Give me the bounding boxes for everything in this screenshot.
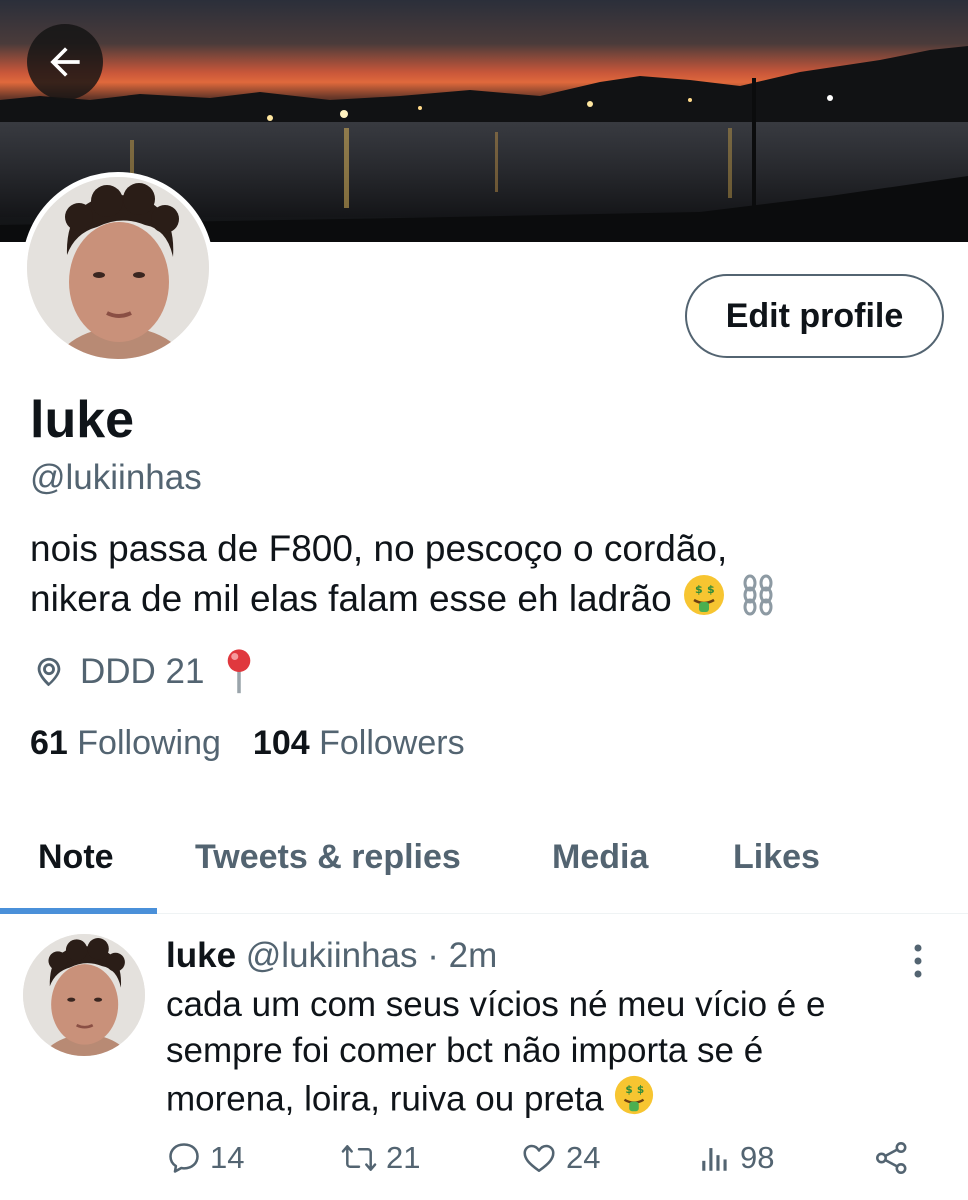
tweet-more-button[interactable] (906, 942, 930, 982)
avatar-photo (23, 934, 145, 1056)
tab-note[interactable]: Note (38, 838, 114, 877)
profile-handle: @lukiinhas (30, 458, 202, 497)
tweet[interactable]: luke @lukiinhas · 2m cada um com seus ví… (0, 914, 968, 1200)
tweet-actions: 14 21 24 98 (0, 1140, 968, 1184)
profile-name: luke (30, 391, 135, 449)
tweet-avatar[interactable] (23, 934, 145, 1056)
tweet-header: luke @lukiinhas · 2m (166, 936, 497, 976)
money-mouth-face-icon: $ $ (682, 573, 726, 629)
views-count: 98 (740, 1140, 775, 1175)
profile-tabs: Note Tweets & replies Media Likes (0, 818, 968, 914)
followers-count: 104 (252, 724, 310, 762)
svg-text:$: $ (707, 583, 715, 596)
round-pushpin-icon (228, 649, 251, 694)
followers-link[interactable]: 104 Followers (253, 724, 465, 763)
profile-avatar[interactable] (22, 172, 214, 364)
more-vertical-icon (914, 944, 922, 978)
tab-media[interactable]: Media (552, 838, 648, 877)
profile-bio: nois passa de F800, no pescoço o cordão,… (30, 524, 940, 629)
profile-location: DDD 21 (32, 648, 256, 696)
svg-text:$: $ (637, 1084, 644, 1096)
following-count: 61 (30, 724, 68, 762)
tweet-separator: · (427, 936, 439, 975)
tweet-time[interactable]: 2m (449, 936, 498, 975)
chains-icon (736, 573, 780, 629)
retweet-icon (341, 1145, 377, 1171)
follow-stats: 61 Following 104 Followers (30, 724, 497, 763)
money-mouth-face-icon: $ $ (613, 1074, 655, 1128)
reply-icon (169, 1143, 199, 1173)
tweet-line-2: sempre foi comer bct não importa se é (166, 1031, 764, 1070)
followers-label: Followers (319, 724, 465, 762)
back-button[interactable] (27, 24, 103, 100)
share-button[interactable] (874, 1140, 918, 1176)
location-pin-icon (37, 657, 61, 687)
like-count: 24 (566, 1140, 601, 1175)
tweet-line-3-wrap: morena, loira, ruiva ou preta $ $ (166, 1074, 906, 1128)
arrow-left-icon (50, 47, 80, 77)
bio-line-2-text: nikera de mil elas falam esse eh ladrão (30, 577, 672, 619)
tweet-author-name[interactable]: luke (166, 936, 236, 975)
heart-icon (523, 1144, 555, 1173)
svg-text:$: $ (626, 1084, 633, 1096)
following-label: Following (77, 724, 221, 762)
analytics-bars-icon (702, 1148, 727, 1171)
edit-profile-button[interactable]: Edit profile (685, 274, 944, 358)
bio-line-1: nois passa de F800, no pescoço o cordão, (30, 528, 728, 569)
tab-tweets-replies[interactable]: Tweets & replies (195, 838, 461, 877)
following-link[interactable]: 61 Following (30, 724, 221, 763)
retweet-count: 21 (386, 1140, 421, 1175)
reply-button[interactable]: 14 (166, 1140, 244, 1176)
reply-count: 14 (210, 1140, 245, 1175)
retweet-button[interactable]: 21 (340, 1140, 420, 1176)
share-icon (876, 1142, 907, 1174)
location-text: DDD 21 (80, 652, 205, 691)
tweet-author-handle[interactable]: @lukiinhas (246, 936, 418, 975)
tweet-line-3: morena, loira, ruiva ou preta (166, 1079, 604, 1119)
like-button[interactable]: 24 (520, 1140, 600, 1176)
tab-likes[interactable]: Likes (733, 838, 820, 877)
svg-text:$: $ (695, 583, 703, 596)
tweet-text: cada um com seus vícios né meu vício é e… (166, 982, 906, 1128)
tweet-line-1: cada um com seus vícios né meu vício é e (166, 985, 826, 1024)
avatar-photo (27, 177, 209, 359)
bio-line-2: nikera de mil elas falam esse eh ladrão … (30, 573, 940, 629)
views-button[interactable]: 98 (698, 1140, 774, 1176)
